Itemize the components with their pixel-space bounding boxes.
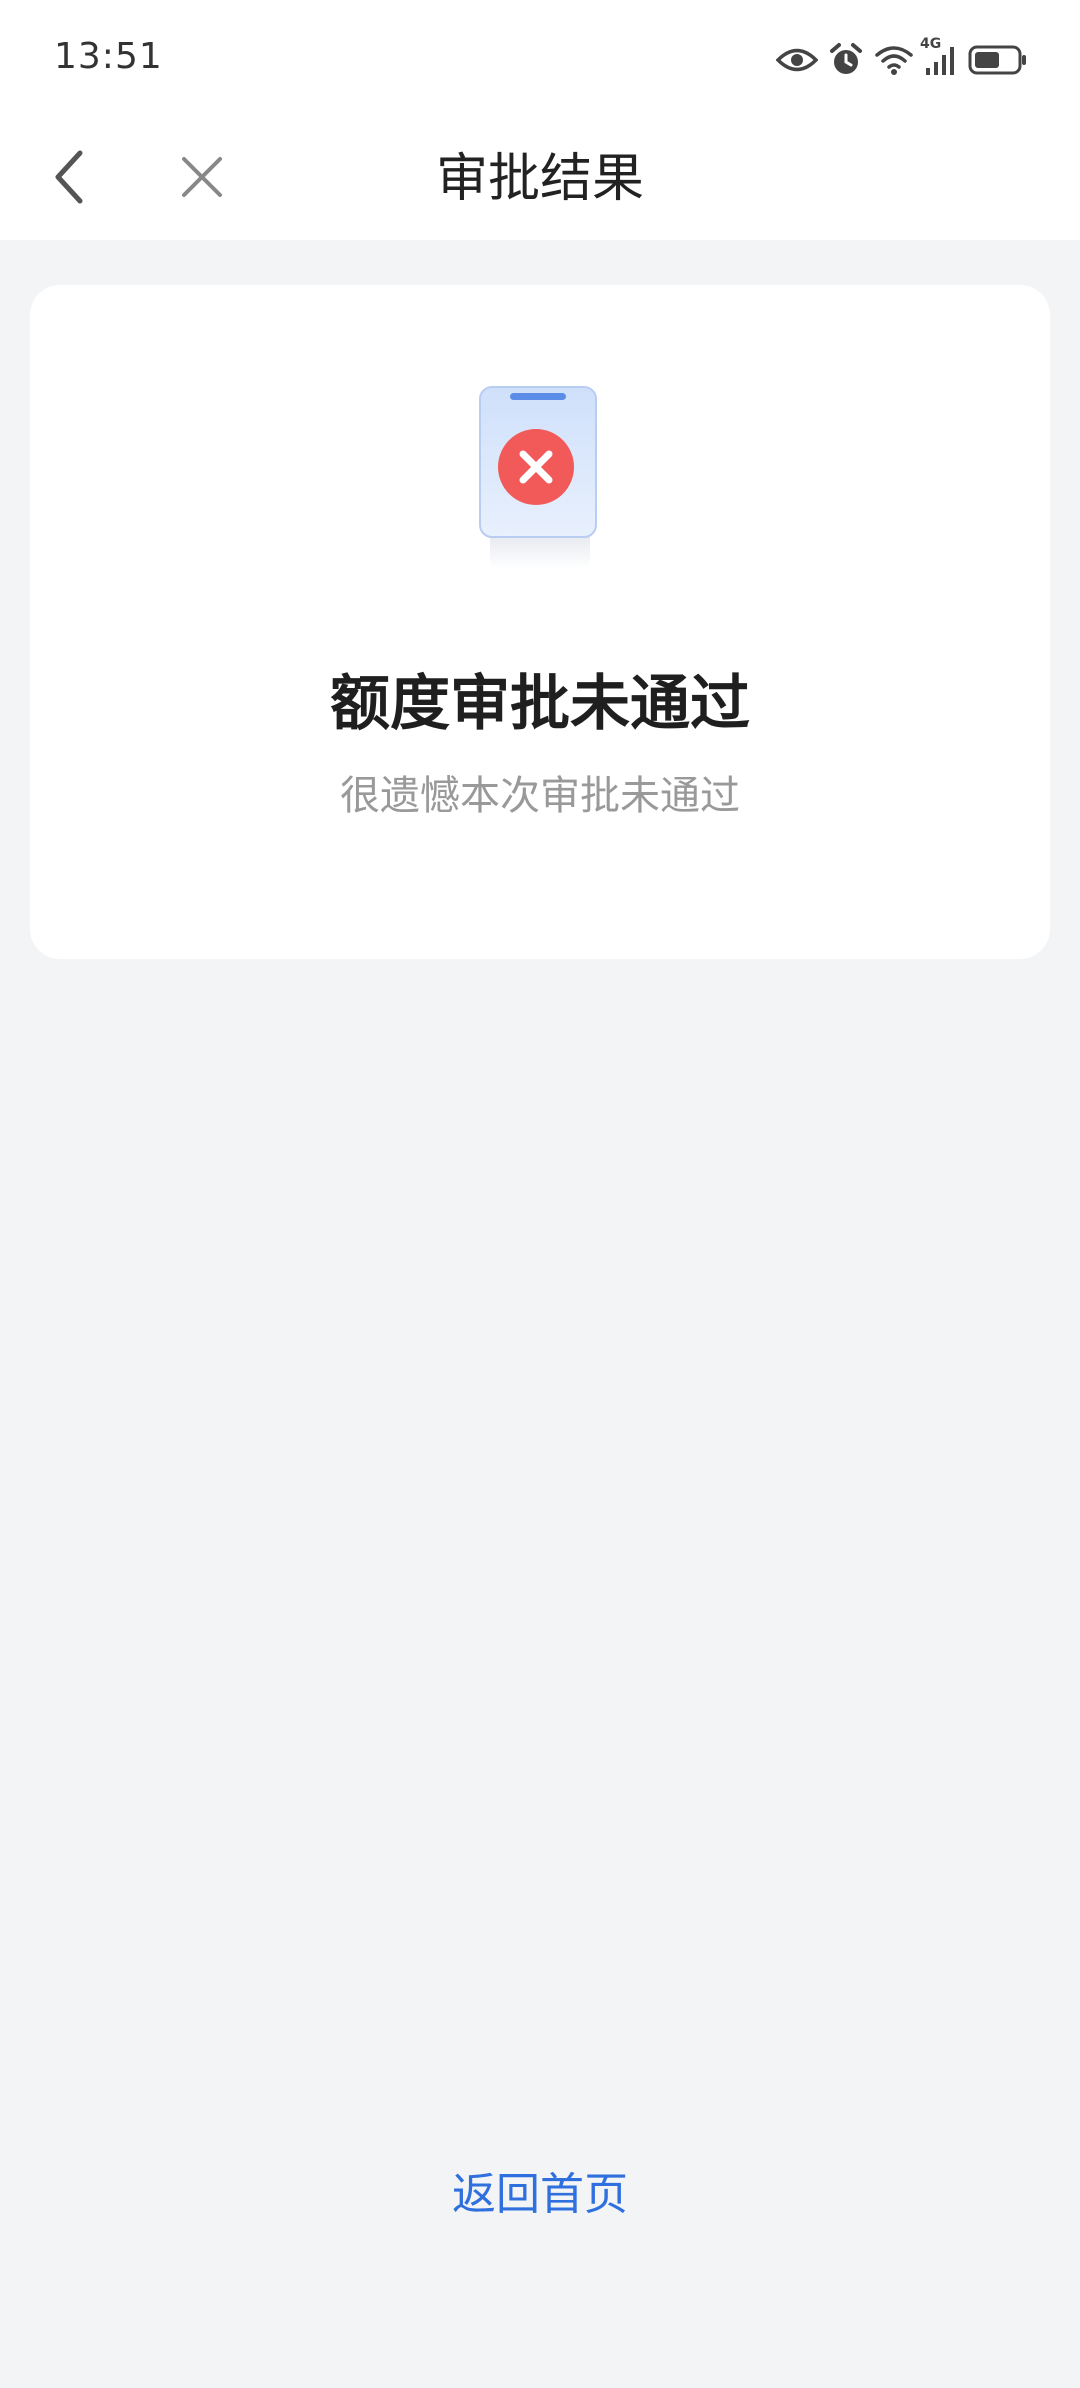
status-icons: 4G: [776, 36, 1028, 84]
wifi-icon: [874, 44, 914, 76]
nav-bar: 审批结果: [0, 118, 1080, 240]
status-bar: 13:51 4G: [0, 0, 1080, 118]
phone-reject-icon: [460, 385, 620, 575]
chevron-left-icon: [50, 147, 90, 211]
result-title: 额度审批未通过: [330, 669, 750, 739]
return-home-link[interactable]: 返回首页: [340, 2160, 740, 2230]
alarm-icon: [828, 42, 864, 78]
back-button[interactable]: [34, 136, 106, 222]
signal-icon: 4G: [920, 36, 958, 76]
eye-icon: [776, 45, 818, 75]
status-time: 13:51: [54, 36, 163, 77]
network-type-label: 4G: [920, 36, 942, 52]
result-subtitle: 很遗憾本次审批未通过: [340, 773, 740, 819]
close-button[interactable]: [166, 136, 238, 222]
close-icon: [180, 155, 224, 203]
battery-icon: [968, 44, 1028, 76]
page-title: 审批结果: [435, 149, 644, 209]
result-card: 额度审批未通过 很遗憾本次审批未通过: [30, 285, 1050, 959]
